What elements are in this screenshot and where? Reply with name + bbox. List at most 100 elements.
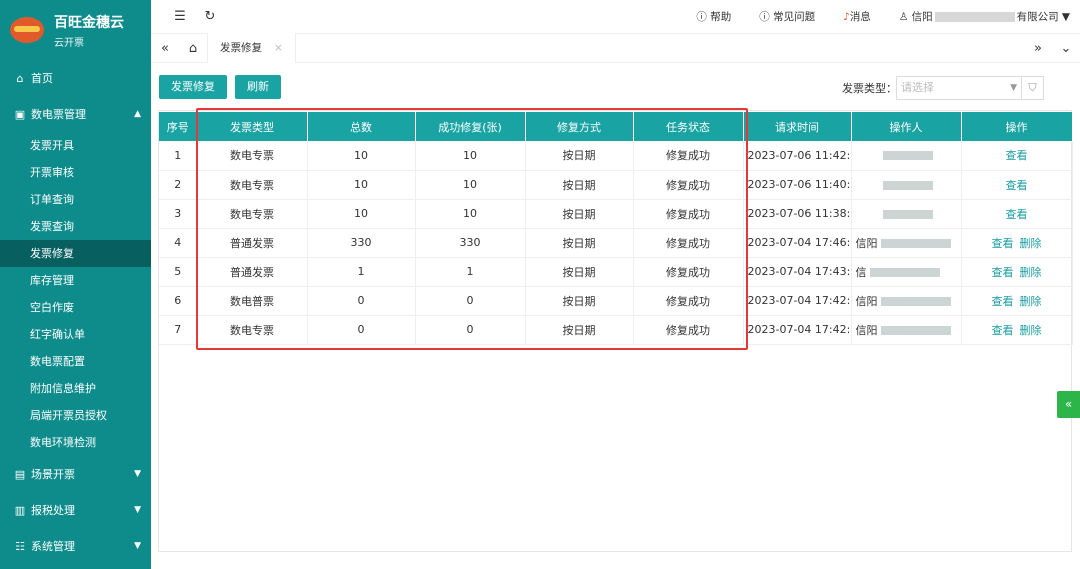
logo: 百旺金穗云 云开票	[0, 0, 151, 60]
invoice-type-label: 发票类型：	[842, 82, 897, 95]
column-header: 发票类型	[197, 112, 308, 141]
view-link[interactable]: 查看	[1006, 179, 1028, 192]
tabs-scroll-left-icon[interactable]: «	[151, 41, 179, 56]
invoice-type-placeholder: 请选择	[901, 81, 934, 94]
delete-link[interactable]: 删除	[1020, 266, 1042, 279]
faq-link[interactable]: ⓘ 常见问题	[759, 9, 815, 24]
cell-operator	[851, 141, 962, 171]
tab-bar: « ⌂ 发票修复 × » ⌄	[151, 33, 1080, 63]
table-row: 6数电普票00按日期修复成功2023-07-04 17:42:55信阳 查看删除	[159, 286, 1073, 316]
user-menu[interactable]: ♙ 信阳 有限公司 ▼	[899, 9, 1070, 24]
cell-success: 0	[415, 286, 526, 316]
user-icon: ♙	[898, 11, 912, 23]
operator-name: 信阳	[855, 323, 878, 337]
sidebar-subitem[interactable]: 开票审核	[0, 159, 151, 186]
sidebar-group[interactable]: ▥ 报税处理 ▼	[0, 492, 151, 528]
delete-link[interactable]: 删除	[1020, 324, 1042, 337]
cell-no: 5	[159, 257, 198, 287]
cell-type: 数电专票	[197, 141, 308, 171]
cell-total: 0	[307, 315, 416, 345]
table-row: 7数电专票00按日期修复成功2023-07-04 17:42:29信阳 查看删除	[159, 315, 1073, 345]
sidebar: 百旺金穗云 云开票 ⌂ 首页 ▣ 数电票管理 ▲ 发票开具 开票审核 订单查询 发票查…	[0, 0, 151, 569]
cell-status: 修复成功	[633, 199, 744, 229]
sidebar-group[interactable]: ▤ 场景开票 ▼	[0, 456, 151, 492]
cell-total: 1	[307, 257, 416, 287]
column-header: 操作	[961, 112, 1073, 141]
view-link[interactable]: 查看	[992, 324, 1014, 337]
sidebar-subitem[interactable]: 红字确认单	[0, 321, 151, 348]
bell-icon: ♪	[843, 11, 850, 23]
tabs-scroll-right-icon[interactable]: »	[1024, 41, 1052, 56]
sidebar-group-ele-invoice[interactable]: ▣ 数电票管理 ▲	[0, 96, 151, 132]
sidebar-subitem[interactable]: 局端开票员授权	[0, 402, 151, 429]
view-link[interactable]: 查看	[1006, 149, 1028, 162]
invoice-repair-button[interactable]: 发票修复	[159, 75, 227, 99]
view-link[interactable]: 查看	[1006, 208, 1028, 221]
sidebar-subitem[interactable]: 订单查询	[0, 186, 151, 213]
table-row: 4普通发票330330按日期修复成功2023-07-04 17:46:00信阳 …	[159, 228, 1073, 258]
tab-invoice-repair[interactable]: 发票修复 ×	[207, 33, 296, 63]
help-link[interactable]: ⓘ 帮助	[696, 9, 731, 24]
column-header: 总数	[307, 112, 416, 141]
menu-collapse-icon[interactable]: ☰	[165, 9, 195, 24]
sidebar-subitem[interactable]: 空白作废	[0, 294, 151, 321]
cell-operator	[851, 199, 962, 229]
cell-method: 按日期	[525, 141, 634, 171]
home-tab-icon[interactable]: ⌂	[179, 41, 207, 56]
cell-time: 2023-07-04 17:43:15	[743, 257, 852, 287]
view-link[interactable]: 查看	[992, 266, 1014, 279]
cell-method: 按日期	[525, 286, 634, 316]
cell-success: 10	[415, 141, 526, 171]
cell-actions: 查看 删除	[961, 315, 1073, 345]
delete-link[interactable]: 删除	[1020, 295, 1042, 308]
caret-down-icon: ▼	[134, 469, 141, 479]
view-link[interactable]: 查看	[992, 237, 1014, 250]
cell-method: 按日期	[525, 199, 634, 229]
sidebar-item-home[interactable]: ⌂ 首页	[0, 60, 151, 96]
cell-status: 修复成功	[633, 286, 744, 316]
cell-actions: 查看 删除	[961, 286, 1073, 316]
caret-down-icon: ▼	[1058, 11, 1070, 23]
sidebar-subitem[interactable]: 库存管理	[0, 267, 151, 294]
cell-actions: 查看	[961, 170, 1073, 200]
messages-link[interactable]: ♪消息	[843, 9, 871, 24]
cell-no: 7	[159, 315, 198, 345]
cell-time: 2023-07-06 11:40:34	[743, 170, 852, 200]
cell-actions: 查看 删除	[961, 228, 1073, 258]
home-icon: ⌂	[16, 71, 24, 85]
refresh-icon[interactable]: ↻	[195, 9, 225, 24]
cell-method: 按日期	[525, 257, 634, 287]
sidebar-group-label: 报税处理	[31, 504, 75, 517]
sidebar-subitem[interactable]: 发票开具	[0, 132, 151, 159]
column-header: 操作人	[851, 112, 962, 141]
delete-link[interactable]: 删除	[1020, 237, 1042, 250]
expand-panel-icon[interactable]: «	[1057, 391, 1080, 418]
sidebar-subitem[interactable]: 附加信息维护	[0, 375, 151, 402]
redacted-block	[881, 297, 951, 306]
redacted-block	[883, 180, 933, 190]
redacted-block	[883, 151, 933, 161]
cell-success: 10	[415, 199, 526, 229]
sidebar-group-label: 系统管理	[31, 540, 75, 553]
sidebar-subitem[interactable]: 数电环境检测	[0, 429, 151, 456]
sidebar-subitem[interactable]: 发票查询	[0, 213, 151, 240]
invoice-type-select[interactable]: 请选择 ▼ ⛉	[896, 76, 1044, 100]
cell-operator: 信阳	[851, 286, 962, 316]
cell-no: 3	[159, 199, 198, 229]
close-icon[interactable]: ×	[274, 42, 283, 54]
filter-icon[interactable]: ⛉	[1021, 77, 1043, 99]
cell-no: 4	[159, 228, 198, 258]
sidebar-group[interactable]: ☷ 系统管理 ▼	[0, 528, 151, 564]
table-row: 2数电专票1010按日期修复成功2023-07-06 11:40:34查看	[159, 170, 1073, 200]
repair-task-table: 序号 发票类型 总数 成功修复(张) 修复方式 任务状态 请求时间 操作人 操作 1 数电专票 10…	[159, 112, 1073, 345]
cell-status: 修复成功	[633, 170, 744, 200]
chevron-down-icon[interactable]: ⌄	[1052, 41, 1080, 56]
sidebar-item-label: 首页	[31, 72, 53, 85]
sidebar-subitem[interactable]: 发票修复	[0, 240, 151, 267]
cell-operator	[851, 170, 962, 200]
refresh-button[interactable]: 刷新	[235, 75, 281, 99]
view-link[interactable]: 查看	[992, 295, 1014, 308]
redacted-block	[934, 12, 1015, 22]
table-row: 5普通发票11按日期修复成功2023-07-04 17:43:15信 查看删除	[159, 257, 1073, 287]
sidebar-subitem[interactable]: 数电票配置	[0, 348, 151, 375]
